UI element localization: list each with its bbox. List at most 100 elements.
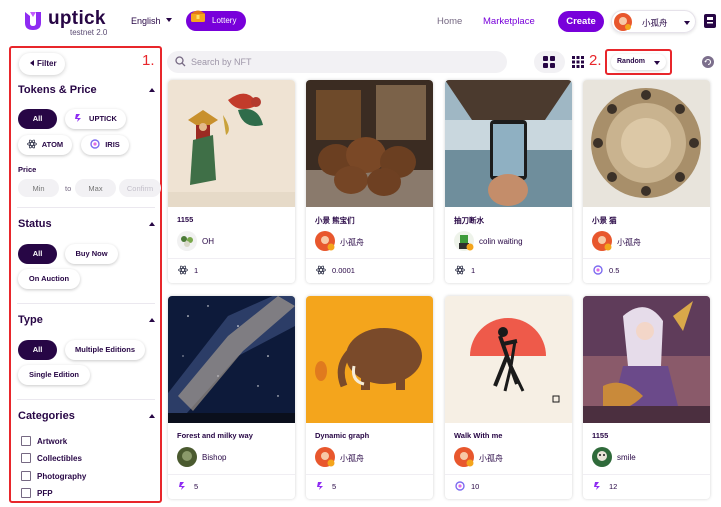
nft-card[interactable]: 抽刀断水 colin waiting 1 xyxy=(445,80,572,283)
top-header: uptick testnet 2.0 English Lottery Home … xyxy=(0,0,721,44)
tokens-price-title: Tokens & Price xyxy=(18,84,97,96)
nav-home[interactable]: Home xyxy=(437,16,462,27)
token-chip-atom[interactable]: ATOM xyxy=(18,135,72,155)
price-max-input[interactable] xyxy=(75,179,116,197)
annotation-one: 1. xyxy=(142,52,155,69)
nft-price: 1 xyxy=(471,266,476,275)
price-confirm-button[interactable]: Confirm xyxy=(119,179,161,197)
chevron-up-icon[interactable] xyxy=(149,318,155,322)
owner-name[interactable]: 小孤舟 xyxy=(340,453,364,464)
token-label: UPTICK xyxy=(89,114,117,123)
nft-card[interactable]: 小景 猫 小孤舟 0.5 xyxy=(583,80,710,283)
chevron-down-icon xyxy=(684,21,690,25)
type-chip-all[interactable]: All xyxy=(18,340,57,360)
owner-name[interactable]: Bishop xyxy=(202,453,226,462)
uptick-logo-icon xyxy=(25,12,41,30)
wallet-icon[interactable] xyxy=(703,13,717,29)
search-input[interactable] xyxy=(191,54,491,70)
status-chip-all[interactable]: All xyxy=(18,244,57,264)
nft-card[interactable]: 1155 OH 1 xyxy=(168,80,295,283)
language-selector[interactable]: English xyxy=(131,16,161,26)
chevron-down-icon[interactable] xyxy=(166,18,172,22)
avatar[interactable] xyxy=(315,231,335,251)
token-label: ATOM xyxy=(41,140,64,149)
nft-image[interactable] xyxy=(583,80,710,207)
status-chip-buy-now[interactable]: Buy Now xyxy=(65,244,118,264)
avatar[interactable] xyxy=(177,231,197,251)
checkbox[interactable] xyxy=(21,488,31,498)
nft-card[interactable]: Dynamic graph 小孤舟 5 xyxy=(306,296,433,499)
filter-toggle-button[interactable]: Filter xyxy=(19,53,65,75)
chevron-up-icon[interactable] xyxy=(149,88,155,92)
chevron-up-icon[interactable] xyxy=(149,414,155,418)
nft-card[interactable]: Walk With me 小孤舟 10 xyxy=(445,296,572,499)
nav-marketplace[interactable]: Marketplace xyxy=(483,16,535,27)
owner-name[interactable]: 小孤舟 xyxy=(340,237,364,248)
checkbox[interactable] xyxy=(21,436,31,446)
nft-title: 小景 猫 xyxy=(592,216,617,225)
checkbox[interactable] xyxy=(21,453,31,463)
anime-warrior-art xyxy=(583,296,710,423)
owner-name[interactable]: smile xyxy=(617,453,636,462)
owner-name[interactable]: 小孤舟 xyxy=(617,237,641,248)
nft-card[interactable]: Forest and milky way Bishop 5 xyxy=(168,296,295,499)
sort-select[interactable]: Random xyxy=(611,54,666,70)
avatar xyxy=(614,13,632,31)
avatar[interactable] xyxy=(454,231,474,251)
nft-image[interactable] xyxy=(168,80,295,207)
uptick-icon xyxy=(594,482,600,490)
token-chip-uptick[interactable]: UPTICK xyxy=(65,109,126,129)
token-chip-all[interactable]: All xyxy=(18,109,57,129)
create-button[interactable]: Create xyxy=(558,11,604,32)
owner-name[interactable]: 小孤舟 xyxy=(479,453,503,464)
nft-image[interactable] xyxy=(445,296,572,423)
refresh-icon[interactable] xyxy=(702,56,714,68)
search-bar[interactable] xyxy=(167,51,507,73)
avatar[interactable] xyxy=(315,447,335,467)
nft-title: Dynamic graph xyxy=(315,431,370,440)
lottery-button[interactable]: Lottery xyxy=(186,10,246,31)
iris-icon xyxy=(455,481,465,491)
token-label: IRIS xyxy=(105,140,120,149)
nft-image[interactable] xyxy=(445,80,572,207)
user-name: 小孤舟 xyxy=(642,18,668,28)
type-chip-multiple-editions[interactable]: Multiple Editions xyxy=(65,340,145,360)
nft-image[interactable] xyxy=(168,296,295,423)
price-min-input[interactable] xyxy=(18,179,59,197)
search-icon xyxy=(175,56,186,67)
nft-price: 5 xyxy=(194,482,199,491)
nft-card[interactable]: 小景 熊宝们 小孤舟 0.0001 xyxy=(306,80,433,283)
small-grid-view-button[interactable] xyxy=(566,51,591,73)
price-label: Price xyxy=(18,165,37,174)
logo-subtitle: testnet 2.0 xyxy=(70,28,108,37)
nft-price: 12 xyxy=(609,482,618,491)
nft-title: 抽刀断水 xyxy=(454,216,484,225)
phone-under-pier-photo xyxy=(445,80,572,207)
nft-price: 1 xyxy=(194,266,199,275)
chevron-up-icon[interactable] xyxy=(149,222,155,226)
token-chip-iris[interactable]: IRIS xyxy=(81,135,129,155)
nft-image[interactable] xyxy=(306,296,433,423)
cats-plate-art xyxy=(583,80,710,207)
avatar[interactable] xyxy=(177,447,197,467)
nft-image[interactable] xyxy=(583,296,710,423)
nft-title: 小景 熊宝们 xyxy=(315,216,355,225)
status-chip-on-auction[interactable]: On Auction xyxy=(18,269,80,289)
user-menu[interactable]: 小孤舟 xyxy=(611,10,696,33)
nft-image[interactable] xyxy=(306,80,433,207)
avatar[interactable] xyxy=(592,231,612,251)
large-grid-view-button[interactable] xyxy=(534,51,565,73)
owner-name[interactable]: OH xyxy=(202,237,214,246)
owner-name[interactable]: colin waiting xyxy=(479,237,523,246)
divider xyxy=(17,399,155,400)
status-title: Status xyxy=(18,218,52,230)
uptick-logo[interactable]: uptick testnet 2.0 xyxy=(22,6,122,38)
type-chip-single-edition[interactable]: Single Edition xyxy=(18,365,90,385)
avatar[interactable] xyxy=(592,447,612,467)
plush-bears-photo xyxy=(306,80,433,207)
avatar[interactable] xyxy=(454,447,474,467)
checkbox[interactable] xyxy=(21,471,31,481)
nft-card[interactable]: 1155 smile 12 xyxy=(583,296,710,499)
atom-icon xyxy=(178,265,188,275)
atom-icon xyxy=(455,265,465,275)
